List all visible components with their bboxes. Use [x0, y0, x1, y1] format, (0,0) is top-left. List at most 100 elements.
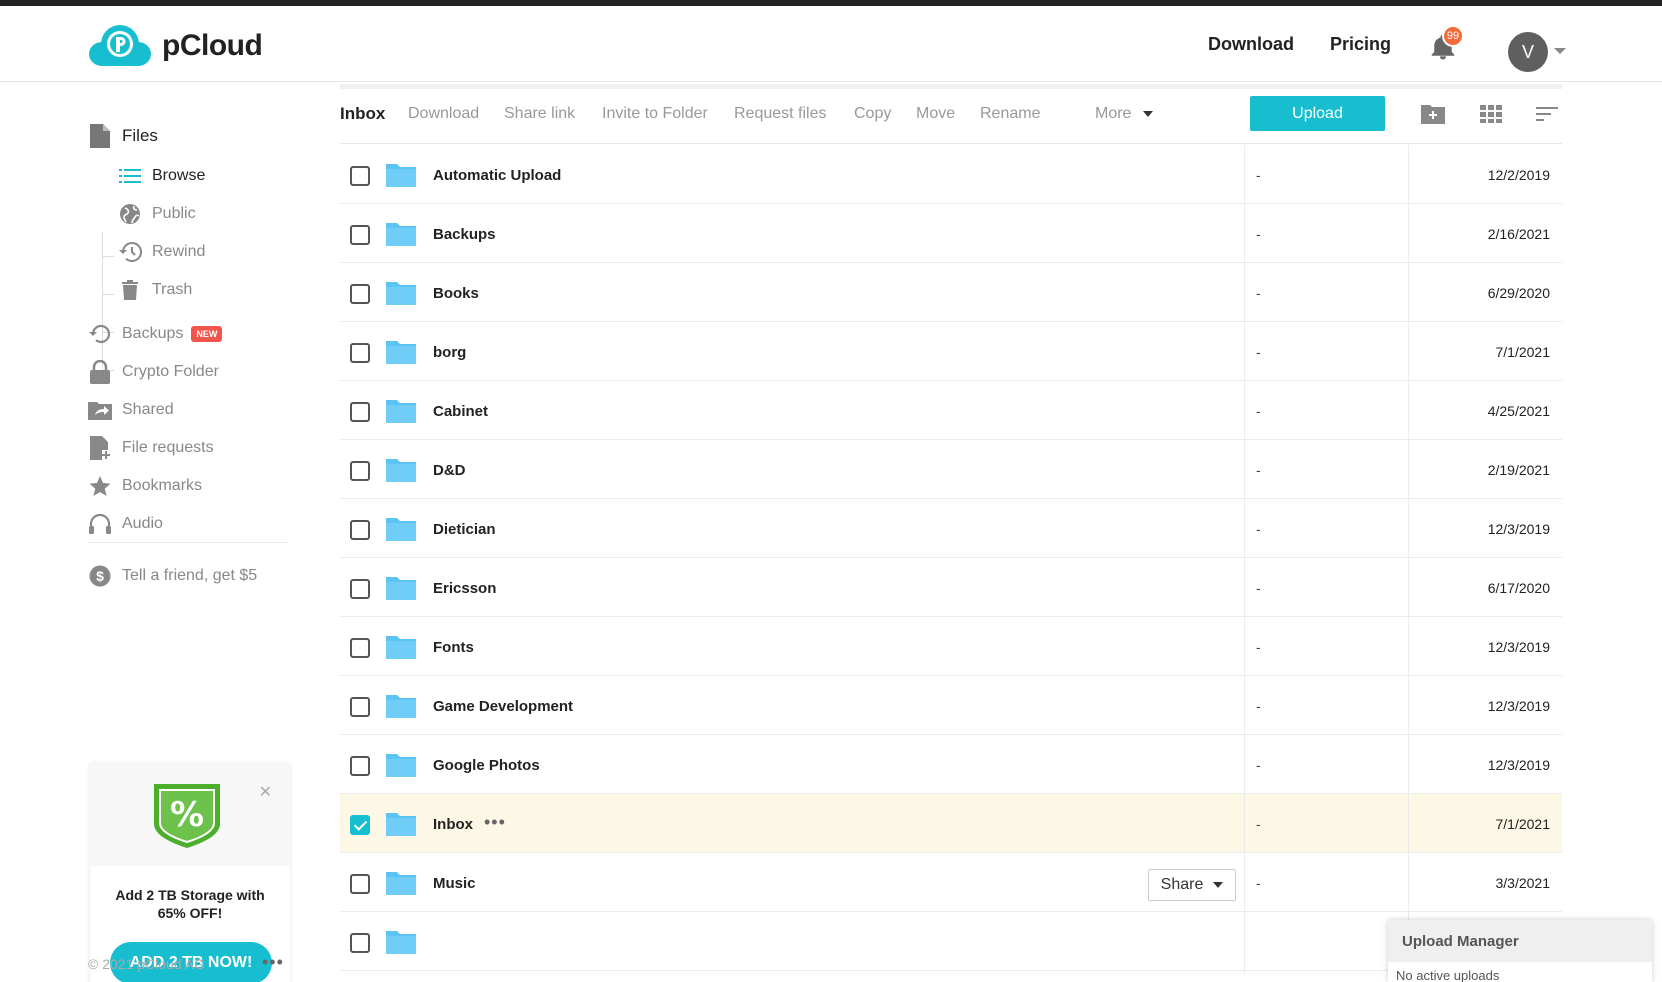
file-name[interactable]: Cabinet: [433, 403, 488, 420]
column-divider: [1408, 735, 1409, 797]
row-checkbox[interactable]: [350, 343, 370, 363]
sidebar-item-referral[interactable]: $ Tell a friend, get $5: [88, 562, 257, 590]
sidebar-item-browse[interactable]: Browse: [118, 162, 205, 190]
share-link-action[interactable]: Share link: [504, 105, 575, 123]
more-options-icon[interactable]: •••: [262, 952, 284, 973]
table-row[interactable]: Cabinet - 4/25/2021: [340, 381, 1562, 443]
file-name[interactable]: Google Photos: [433, 757, 540, 774]
close-icon[interactable]: ✕: [259, 782, 272, 802]
sidebar-item-file-requests[interactable]: File requests: [88, 434, 214, 462]
file-name[interactable]: Dietician: [433, 521, 496, 538]
file-name[interactable]: Fonts: [433, 639, 474, 656]
file-name[interactable]: Inbox: [433, 816, 473, 833]
table-row[interactable]: Music Share - 3/3/2021: [340, 853, 1562, 915]
table-row[interactable]: Game Development - 12/3/2019: [340, 676, 1562, 738]
table-row[interactable]: D&D - 2/19/2021: [340, 440, 1562, 502]
avatar[interactable]: V: [1508, 32, 1548, 72]
row-checkbox[interactable]: [350, 225, 370, 245]
backup-icon: [88, 322, 112, 346]
upload-button[interactable]: Upload: [1250, 96, 1385, 131]
sidebar-item-files[interactable]: Files: [88, 122, 158, 150]
row-checkbox[interactable]: [350, 166, 370, 186]
sidebar-item-rewind[interactable]: Rewind: [118, 238, 205, 266]
row-checkbox[interactable]: [350, 874, 370, 894]
sidebar-item-label: Rewind: [152, 243, 206, 260]
sidebar-item-bookmarks[interactable]: Bookmarks: [88, 472, 202, 500]
sidebar-item-crypto-folder[interactable]: Crypto Folder: [88, 358, 219, 386]
file-request-icon: [88, 436, 112, 460]
folder-icon: [386, 222, 416, 246]
headphones-icon: [88, 512, 112, 536]
rename-action[interactable]: Rename: [980, 105, 1040, 123]
file-name[interactable]: Books: [433, 285, 479, 302]
sort-icon[interactable]: [1534, 101, 1560, 127]
row-checkbox[interactable]: [350, 697, 370, 717]
row-checkbox[interactable]: [350, 579, 370, 599]
table-row[interactable]: Books - 6/29/2020: [340, 263, 1562, 325]
history-icon: [118, 240, 142, 264]
column-divider: [1244, 853, 1245, 915]
file-name[interactable]: Automatic Upload: [433, 167, 561, 184]
file-name[interactable]: Game Development: [433, 698, 573, 715]
file-name[interactable]: Music: [433, 875, 476, 892]
column-divider: [1244, 676, 1245, 738]
sidebar-item-public[interactable]: Public: [118, 200, 196, 228]
trash-icon: [118, 278, 142, 302]
invite-to-folder-action[interactable]: Invite to Folder: [602, 105, 708, 123]
row-checkbox[interactable]: [350, 815, 370, 835]
table-row[interactable]: Ericsson - 6/17/2020: [340, 558, 1562, 620]
header-download-link[interactable]: Download: [1208, 34, 1294, 55]
table-row[interactable]: Automatic Upload - 12/2/2019: [340, 145, 1562, 207]
row-checkbox[interactable]: [350, 520, 370, 540]
row-checkbox[interactable]: [350, 933, 370, 953]
file-date: 3/3/2021: [1495, 875, 1551, 891]
share-button[interactable]: Share: [1148, 869, 1236, 901]
logo[interactable]: pCloud: [88, 24, 263, 68]
request-files-action[interactable]: Request files: [734, 105, 827, 123]
upload-manager-title[interactable]: Upload Manager: [1388, 920, 1652, 962]
sidebar-item-trash[interactable]: Trash: [118, 276, 192, 304]
lock-icon: [88, 360, 112, 384]
referral-label: Tell a friend, get $5: [122, 567, 258, 584]
table-row[interactable]: Google Photos - 12/3/2019: [340, 735, 1562, 797]
file-size: -: [1256, 285, 1261, 301]
table-row[interactable]: Dietician - 12/3/2019: [340, 499, 1562, 561]
upload-manager[interactable]: Upload Manager No active uploads: [1388, 920, 1652, 982]
chevron-down-icon[interactable]: [1554, 48, 1566, 54]
divider: [88, 542, 288, 543]
download-action[interactable]: Download: [408, 105, 479, 123]
row-checkbox[interactable]: [350, 284, 370, 304]
table-row[interactable]: Inbox ••• - 7/1/2021: [340, 794, 1562, 856]
new-badge: NEW: [191, 326, 223, 342]
sidebar-item-shared[interactable]: Shared: [88, 396, 174, 424]
sidebar-item-label: Crypto Folder: [122, 363, 219, 380]
upload-manager-status: No active uploads: [1396, 968, 1500, 982]
sidebar-item-label: Public: [152, 205, 196, 222]
file-name[interactable]: borg: [433, 344, 466, 361]
sidebar-item-backups[interactable]: Backups NEW: [88, 320, 223, 348]
row-checkbox[interactable]: [350, 756, 370, 776]
share-folder-icon: [88, 398, 112, 422]
file-name[interactable]: D&D: [433, 462, 466, 479]
copy-action[interactable]: Copy: [854, 105, 891, 123]
column-divider: [1244, 794, 1245, 856]
header-pricing-link[interactable]: Pricing: [1330, 34, 1391, 55]
move-action[interactable]: Move: [916, 105, 955, 123]
table-row[interactable]: [340, 912, 1562, 974]
new-folder-icon[interactable]: [1420, 101, 1446, 127]
file-name[interactable]: Ericsson: [433, 580, 496, 597]
file-date: 12/3/2019: [1487, 757, 1550, 773]
sidebar-item-audio[interactable]: Audio: [88, 510, 163, 538]
file-icon: [88, 124, 112, 148]
row-options-icon[interactable]: •••: [484, 812, 506, 833]
more-menu[interactable]: More: [1095, 105, 1154, 123]
grid-view-icon[interactable]: [1478, 101, 1504, 127]
table-row[interactable]: borg - 7/1/2021: [340, 322, 1562, 384]
table-row[interactable]: Fonts - 12/3/2019: [340, 617, 1562, 679]
row-checkbox[interactable]: [350, 638, 370, 658]
row-checkbox[interactable]: [350, 402, 370, 422]
sidebar: Files Browse Public Rewind Trash Backups…: [88, 82, 298, 982]
table-row[interactable]: Backups - 2/16/2021: [340, 204, 1562, 266]
row-checkbox[interactable]: [350, 461, 370, 481]
file-name[interactable]: Backups: [433, 226, 496, 243]
